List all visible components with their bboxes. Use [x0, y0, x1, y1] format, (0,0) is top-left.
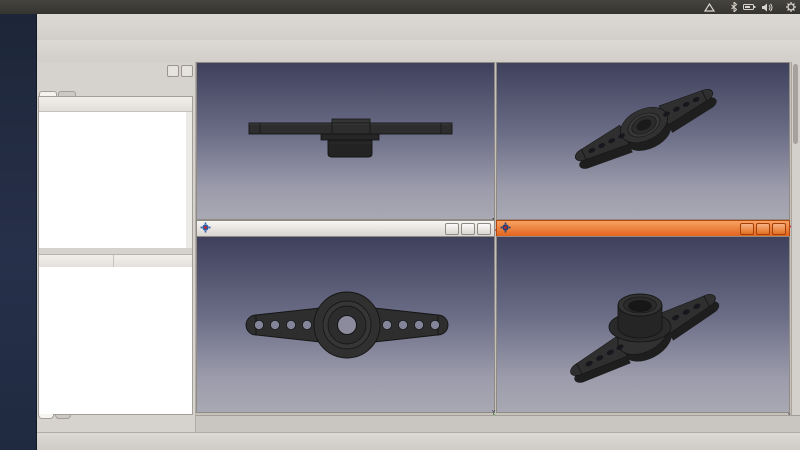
property-table-body	[39, 267, 192, 414]
maximize-button[interactable]	[756, 223, 770, 235]
freecad-doc-icon	[200, 222, 211, 235]
combo-view-body	[38, 96, 193, 415]
toolbar-file	[36, 14, 800, 41]
tree-scrollbar[interactable]	[186, 112, 192, 248]
3d-view-front[interactable]: zx	[196, 62, 495, 220]
system-top-bar	[0, 0, 800, 14]
combo-view-bottom-tabs	[36, 415, 71, 432]
maximize-button[interactable]	[461, 223, 475, 235]
status-bar	[36, 432, 800, 450]
minimize-button[interactable]	[740, 223, 754, 235]
dock-close-button[interactable]	[181, 65, 193, 77]
system-tray	[704, 2, 800, 12]
part-isometric-bottom-view	[497, 237, 789, 412]
close-button[interactable]	[477, 223, 491, 235]
mdi-area: zx	[196, 62, 800, 415]
tree-header	[39, 97, 192, 112]
battery-icon[interactable]	[743, 3, 756, 11]
3d-view-top[interactable]: YZ	[196, 236, 495, 413]
launcher	[0, 14, 37, 450]
viewport-window-1[interactable]: zx	[196, 62, 495, 220]
tab-data[interactable]	[55, 415, 71, 419]
freecad-doc-icon	[500, 222, 511, 235]
part-isometric-view	[497, 63, 789, 219]
combo-view-header	[36, 62, 195, 78]
scrollbar-thumb[interactable]	[793, 64, 798, 144]
3d-view-isometric-top[interactable]: z	[496, 62, 790, 220]
viewport-window-3[interactable]: z	[496, 62, 790, 220]
dock-float-button[interactable]	[167, 65, 179, 77]
viewport-window-4[interactable]: xy	[496, 220, 790, 413]
mdi-scrollbar[interactable]	[791, 62, 800, 415]
part-top-view	[197, 237, 494, 412]
window-4-titlebar[interactable]	[496, 220, 790, 236]
minimize-button[interactable]	[445, 223, 459, 235]
bluetooth-icon[interactable]	[731, 2, 737, 12]
part-front-view	[197, 63, 494, 219]
model-tree	[39, 112, 192, 249]
window-2-titlebar[interactable]	[196, 220, 495, 236]
toolbar-part	[36, 40, 800, 63]
combo-view-tabs	[36, 78, 195, 96]
network-icon[interactable]	[704, 3, 715, 12]
freecad-desktop: zx	[0, 0, 800, 450]
close-button[interactable]	[772, 223, 786, 235]
volume-icon[interactable]	[762, 3, 774, 12]
combo-view-panel	[36, 62, 196, 432]
mdi-tab-bar	[196, 415, 800, 433]
3d-view-isometric-bottom[interactable]: xy	[496, 236, 790, 413]
tab-view[interactable]	[38, 414, 54, 419]
session-gear-icon[interactable]	[786, 2, 796, 12]
viewport-window-2[interactable]: YZ	[196, 220, 495, 413]
